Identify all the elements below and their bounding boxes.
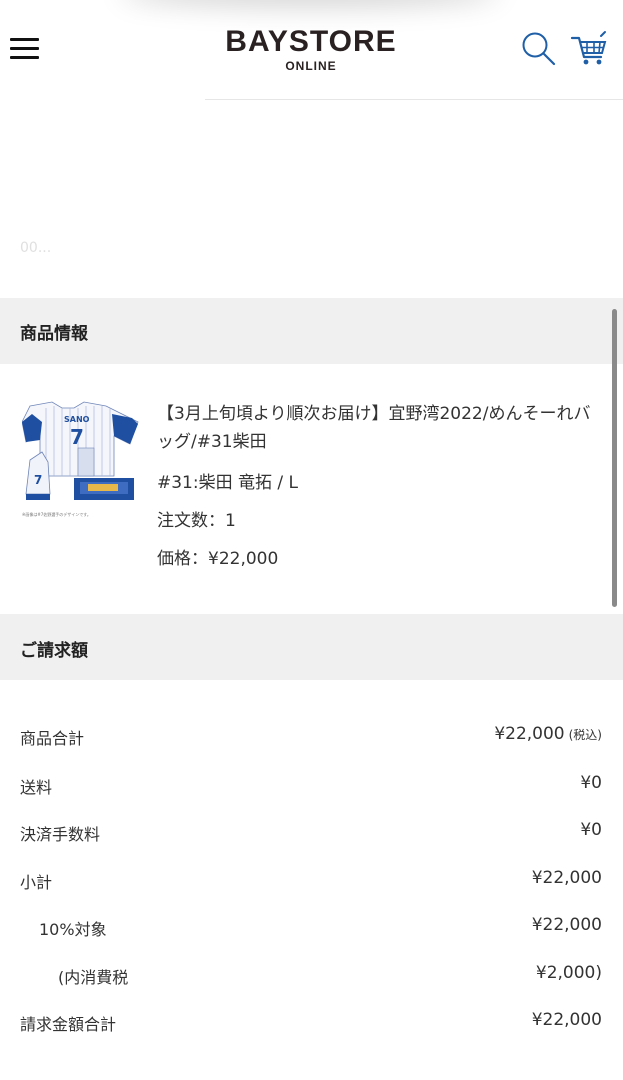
faded-placeholder-text: 00... — [20, 240, 52, 256]
cart-icon[interactable] — [570, 30, 608, 68]
product-title[interactable]: 【3月上旬頃より順次お届け】宜野湾2022/めんそーれバッグ/#31柴田 — [157, 400, 607, 456]
svg-text:7: 7 — [70, 425, 84, 449]
tax-10-value: ¥22,000 — [531, 915, 602, 935]
search-icon[interactable] — [520, 30, 556, 66]
subtotal-value: ¥22,000 (税込) — [494, 724, 602, 744]
subtotal2-label: 小計 — [20, 873, 53, 892]
product-info-header: 商品情報 — [0, 298, 623, 364]
product-image[interactable]: SANO 7 7 ※画像は#7佐野選手のデザインです。 — [22, 400, 140, 520]
site-logo[interactable]: BAYSTORE ONLINE — [214, 26, 408, 76]
consumption-tax-label: (内消費税 — [58, 968, 129, 987]
product-variant: #31:柴田 竜拓 / L — [157, 473, 299, 493]
product-info-title: 商品情報 — [20, 324, 88, 344]
svg-text:※画像は#7佐野選手のデザインです。: ※画像は#7佐野選手のデザインです。 — [22, 511, 91, 517]
total-value: ¥22,000 — [531, 1010, 602, 1030]
billing-header: ご請求額 — [0, 614, 623, 680]
billing-title: ご請求額 — [20, 641, 88, 661]
scrollbar[interactable] — [612, 309, 617, 607]
menu-icon[interactable] — [10, 36, 39, 62]
svg-text:SANO: SANO — [64, 415, 90, 424]
tax-included-note: (税込) — [568, 728, 602, 742]
product-quantity: 注文数：1 — [157, 511, 236, 531]
payment-fee-value: ¥0 — [580, 820, 602, 840]
shipping-value: ¥0 — [580, 773, 602, 793]
svg-text:7: 7 — [34, 473, 42, 487]
subtotal-label: 商品合計 — [20, 729, 85, 748]
subtotal-amount: ¥22,000 — [494, 724, 565, 744]
header-divider — [205, 99, 623, 100]
product-price: 価格：¥22,000 — [157, 549, 279, 569]
shipping-label: 送料 — [20, 778, 53, 797]
consumption-tax-value: ¥2,000) — [535, 963, 602, 983]
logo-sub-text: ONLINE — [285, 59, 337, 73]
payment-fee-label: 決済手数料 — [20, 825, 101, 844]
tax-10-label: 10%対象 — [39, 920, 107, 939]
subtotal2-value: ¥22,000 — [531, 868, 602, 888]
total-label: 請求金額合計 — [20, 1015, 117, 1034]
logo-main-text: BAYSTORE — [225, 25, 397, 58]
site-header: BAYSTORE ONLINE — [0, 0, 623, 100]
